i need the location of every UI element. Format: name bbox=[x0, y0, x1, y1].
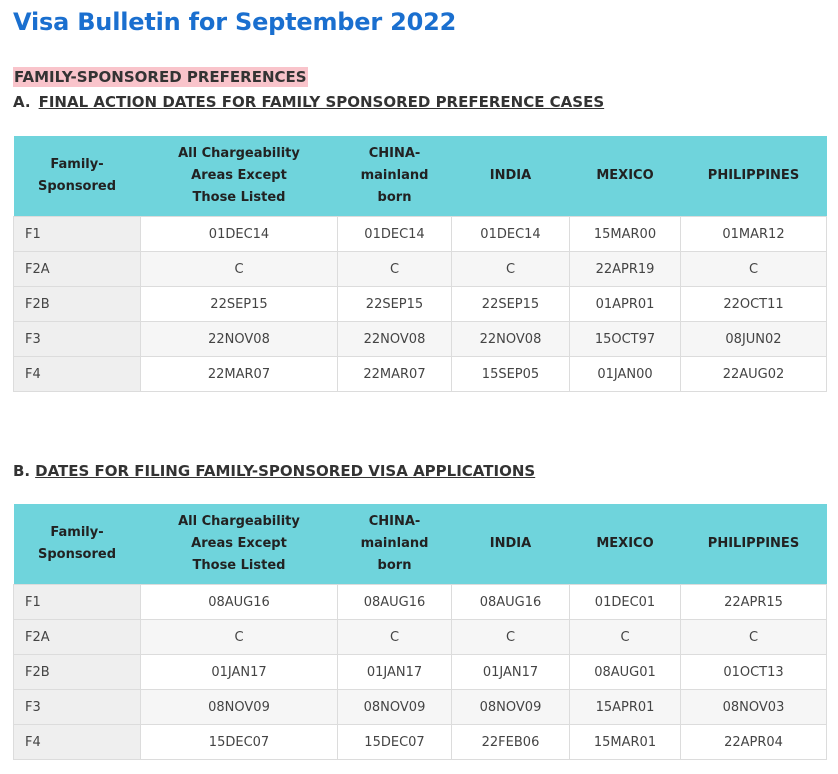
date-cell: C bbox=[140, 619, 338, 655]
date-cell: 08NOV09 bbox=[140, 689, 338, 725]
preference-category: F2B bbox=[13, 654, 141, 690]
date-cell: C bbox=[337, 619, 452, 655]
column-header: CHINA-mainland born bbox=[337, 136, 452, 217]
date-cell: 01JAN17 bbox=[451, 654, 570, 690]
preference-category: F2A bbox=[13, 251, 141, 287]
table-row: F4 15DEC07 15DEC07 22FEB06 15MAR01 22APR04 bbox=[13, 724, 827, 760]
date-cell: 01DEC14 bbox=[451, 216, 570, 252]
date-cell: 08AUG16 bbox=[337, 584, 452, 620]
table-row: F3 22NOV08 22NOV08 22NOV08 15OCT97 08JUN02 bbox=[13, 321, 827, 357]
date-cell: 08AUG01 bbox=[569, 654, 681, 690]
column-header: PHILIPPINES bbox=[680, 136, 827, 217]
date-cell: 01MAR12 bbox=[680, 216, 827, 252]
table-header-row: Family- Sponsored All Chargeability Areas E… bbox=[13, 504, 827, 585]
date-cell: 22SEP15 bbox=[337, 286, 452, 322]
date-cell: 08JUN02 bbox=[680, 321, 827, 357]
preference-category: F1 bbox=[13, 584, 141, 620]
section-b-heading: B. DATES FOR FILING FAMILY-SPONSORED VISA… bbox=[13, 462, 535, 480]
date-cell: 22APR15 bbox=[680, 584, 827, 620]
table-row: F4 22MAR07 22MAR07 15SEP05 01JAN00 22AUG02 bbox=[13, 356, 827, 392]
date-cell: C bbox=[451, 251, 570, 287]
date-cell: 15SEP05 bbox=[451, 356, 570, 392]
column-header: Family- Sponsored bbox=[13, 136, 141, 217]
date-cell: 08NOV03 bbox=[680, 689, 827, 725]
column-header: PHILIPPINES bbox=[680, 504, 827, 585]
table-row: F1 01DEC14 01DEC14 01DEC14 15MAR00 01MAR12 bbox=[13, 216, 827, 252]
date-cell: 15MAR00 bbox=[569, 216, 681, 252]
date-cell: 01DEC14 bbox=[337, 216, 452, 252]
date-cell: C bbox=[140, 251, 338, 287]
table-row: F2B 01JAN17 01JAN17 01JAN17 08AUG01 01OCT13 bbox=[13, 654, 827, 690]
preference-category: F1 bbox=[13, 216, 141, 252]
column-header: INDIA bbox=[451, 504, 570, 585]
date-cell: 22MAR07 bbox=[337, 356, 452, 392]
preference-category: F2B bbox=[13, 286, 141, 322]
date-cell: 22SEP15 bbox=[451, 286, 570, 322]
final-action-dates-table: Family- Sponsored All Chargeability Areas E… bbox=[13, 136, 827, 392]
table-row: F2A C C C 22APR19 C bbox=[13, 251, 827, 287]
section-a-title: FINAL ACTION DATES FOR FAMILY SPONSORED … bbox=[38, 93, 605, 111]
date-cell: 08AUG16 bbox=[451, 584, 570, 620]
date-cell: C bbox=[680, 619, 827, 655]
section-b-title: DATES FOR FILING FAMILY-SPONSORED VISA A… bbox=[35, 462, 536, 480]
table-header-row: Family- Sponsored All Chargeability Areas E… bbox=[13, 136, 827, 217]
date-cell: 15DEC07 bbox=[337, 724, 452, 760]
date-cell: C bbox=[569, 619, 681, 655]
date-cell: 15OCT97 bbox=[569, 321, 681, 357]
page-title: Visa Bulletin for September 2022 bbox=[13, 8, 457, 36]
date-cell: 01JAN00 bbox=[569, 356, 681, 392]
table-row: F2A C C C C C bbox=[13, 619, 827, 655]
table-row: F3 08NOV09 08NOV09 08NOV09 15APR01 08NOV03 bbox=[13, 689, 827, 725]
date-cell: 22FEB06 bbox=[451, 724, 570, 760]
date-cell: 22APR19 bbox=[569, 251, 681, 287]
date-cell: 22OCT11 bbox=[680, 286, 827, 322]
date-cell: 01DEC01 bbox=[569, 584, 681, 620]
date-cell: 01JAN17 bbox=[337, 654, 452, 690]
date-cell: 08AUG16 bbox=[140, 584, 338, 620]
date-cell: 22AUG02 bbox=[680, 356, 827, 392]
date-cell: 01DEC14 bbox=[140, 216, 338, 252]
date-cell: 01APR01 bbox=[569, 286, 681, 322]
date-cell: 22NOV08 bbox=[337, 321, 452, 357]
date-cell: 01OCT13 bbox=[680, 654, 827, 690]
date-cell: 15APR01 bbox=[569, 689, 681, 725]
date-cell: 22NOV08 bbox=[451, 321, 570, 357]
dates-for-filing-table: Family- Sponsored All Chargeability Areas E… bbox=[13, 504, 827, 760]
preference-category: F4 bbox=[13, 356, 141, 392]
date-cell: 08NOV09 bbox=[451, 689, 570, 725]
column-header: All Chargeability Areas Except Those Liste… bbox=[140, 136, 338, 217]
column-header: MEXICO bbox=[569, 504, 681, 585]
date-cell: 22APR04 bbox=[680, 724, 827, 760]
section-b-letter: B. bbox=[13, 462, 31, 480]
preference-category: F3 bbox=[13, 321, 141, 357]
date-cell: C bbox=[680, 251, 827, 287]
date-cell: C bbox=[451, 619, 570, 655]
preference-category: F2A bbox=[13, 619, 141, 655]
preference-category: F3 bbox=[13, 689, 141, 725]
date-cell: 15MAR01 bbox=[569, 724, 681, 760]
date-cell: 22NOV08 bbox=[140, 321, 338, 357]
table-row: F2B 22SEP15 22SEP15 22SEP15 01APR01 22OCT11 bbox=[13, 286, 827, 322]
preference-category: F4 bbox=[13, 724, 141, 760]
date-cell: 15DEC07 bbox=[140, 724, 338, 760]
column-header: INDIA bbox=[451, 136, 570, 217]
column-header: All Chargeability Areas Except Those Liste… bbox=[140, 504, 338, 585]
section-a-letter: A. bbox=[13, 93, 31, 111]
column-header: MEXICO bbox=[569, 136, 681, 217]
section-label-family-sponsored: FAMILY-SPONSORED PREFERENCES bbox=[13, 67, 308, 87]
column-header: Family- Sponsored bbox=[13, 504, 141, 585]
section-a-heading: A. FINAL ACTION DATES FOR FAMILY SPONSORE… bbox=[13, 93, 604, 111]
date-cell: 01JAN17 bbox=[140, 654, 338, 690]
date-cell: 08NOV09 bbox=[337, 689, 452, 725]
date-cell: C bbox=[337, 251, 452, 287]
column-header: CHINA-mainland born bbox=[337, 504, 452, 585]
date-cell: 22MAR07 bbox=[140, 356, 338, 392]
date-cell: 22SEP15 bbox=[140, 286, 338, 322]
table-row: F1 08AUG16 08AUG16 08AUG16 01DEC01 22APR15 bbox=[13, 584, 827, 620]
